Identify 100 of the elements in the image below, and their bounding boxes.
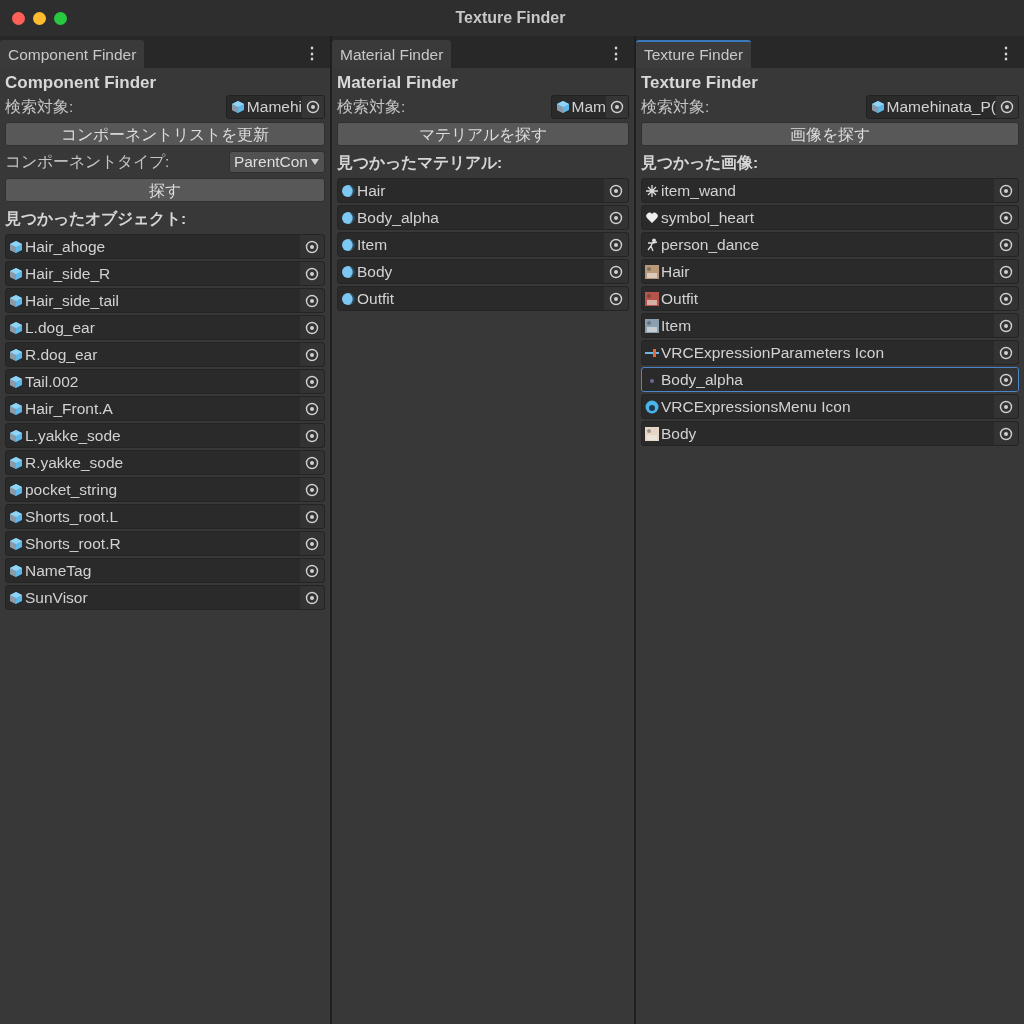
target-icon[interactable] [999, 291, 1013, 306]
target-icon[interactable] [999, 183, 1013, 198]
target-icon[interactable] [609, 291, 623, 306]
target-icon[interactable] [1000, 100, 1014, 114]
target-icon[interactable] [609, 210, 623, 225]
result-row[interactable]: Tail.002 [5, 369, 325, 394]
target-icon[interactable] [610, 100, 624, 114]
target-icon[interactable] [305, 455, 319, 470]
result-row[interactable]: Body [641, 421, 1019, 446]
more-menu-button[interactable]: ⋮ [294, 40, 330, 68]
result-label: L.yakke_sode [25, 425, 122, 446]
zoom-button[interactable] [54, 11, 67, 25]
result-row[interactable]: Outfit [337, 286, 629, 311]
target-icon[interactable] [305, 320, 319, 335]
result-row[interactable]: NameTag [5, 558, 325, 583]
target-icon[interactable] [305, 536, 319, 551]
sphere-icon [341, 237, 355, 252]
target-icon[interactable] [609, 183, 623, 198]
result-row[interactable]: Body_alpha [641, 367, 1019, 392]
target-icon[interactable] [609, 264, 623, 279]
result-row[interactable]: Hair_ahoge [5, 234, 325, 259]
target-icon[interactable] [999, 345, 1013, 360]
target-icon[interactable] [999, 237, 1013, 252]
panel-tab[interactable]: Component Finder [0, 40, 145, 68]
minimize-button[interactable] [33, 11, 46, 25]
target-icon[interactable] [305, 590, 319, 605]
target-icon[interactable] [306, 100, 320, 114]
result-row[interactable]: Hair_side_R [5, 261, 325, 286]
result-row[interactable]: item_wand [641, 178, 1019, 203]
panel-tab[interactable]: Material Finder [332, 40, 452, 68]
result-row[interactable]: R.yakke_sode [5, 450, 325, 475]
target-icon[interactable] [999, 210, 1013, 225]
object-field[interactable]: Mamehi [225, 95, 325, 119]
result-row[interactable]: L.yakke_sode [5, 423, 325, 448]
result-label: Body_alpha [661, 369, 744, 390]
result-row[interactable]: Item [337, 232, 629, 257]
result-row[interactable]: Body_alpha [337, 205, 629, 230]
field-label: 検索対象: [641, 97, 711, 118]
sparkle-icon [645, 183, 659, 198]
result-label: Hair_side_R [25, 263, 112, 284]
field-label: 検索対象: [337, 97, 407, 118]
target-icon[interactable] [999, 318, 1013, 333]
result-row[interactable]: symbol_heart [641, 205, 1019, 230]
more-menu-button[interactable]: ⋮ [988, 40, 1024, 68]
target-icon[interactable] [305, 293, 319, 308]
sphere-icon [341, 183, 355, 198]
more-menu-button[interactable]: ⋮ [598, 40, 634, 68]
result-row[interactable]: Shorts_root.R [5, 531, 325, 556]
result-row[interactable]: R.dog_ear [5, 342, 325, 367]
cube-icon [9, 455, 23, 470]
result-row[interactable]: VRCExpressionParameters Icon [641, 340, 1019, 365]
result-label: Hair_ahoge [25, 236, 107, 257]
action-button[interactable]: 画像を探す [641, 122, 1019, 146]
target-icon[interactable] [609, 237, 623, 252]
action-button[interactable]: マテリアルを探す [337, 122, 629, 146]
result-label: Hair_Front.A [25, 398, 114, 419]
result-row[interactable]: Outfit [641, 286, 1019, 311]
target-icon[interactable] [305, 482, 319, 497]
target-icon[interactable] [305, 509, 319, 524]
result-label: Outfit [661, 288, 700, 309]
result-row[interactable]: Hair [337, 178, 629, 203]
cube-icon [9, 374, 23, 389]
result-row[interactable]: Hair [641, 259, 1019, 284]
sphere-icon [341, 264, 355, 279]
sphere-icon [341, 291, 355, 306]
result-row[interactable]: Body [337, 259, 629, 284]
result-row[interactable]: pocket_string [5, 477, 325, 502]
result-row[interactable]: SunVisor [5, 585, 325, 610]
panel-heading: Component Finder [5, 72, 158, 94]
target-icon[interactable] [305, 374, 319, 389]
result-label: R.yakke_sode [25, 452, 125, 473]
target-icon[interactable] [999, 264, 1013, 279]
result-row[interactable]: VRCExpressionsMenu Icon [641, 394, 1019, 419]
target-icon[interactable] [305, 239, 319, 254]
target-icon[interactable] [305, 401, 319, 416]
target-icon[interactable] [305, 563, 319, 578]
result-row[interactable]: Item [641, 313, 1019, 338]
action-button[interactable]: コンポーネントリストを更新 [5, 122, 325, 146]
type-dropdown[interactable]: ParentCon [228, 151, 325, 173]
target-icon[interactable] [305, 428, 319, 443]
result-row[interactable]: L.dog_ear [5, 315, 325, 340]
result-row[interactable]: Hair_Front.A [5, 396, 325, 421]
target-icon[interactable] [999, 426, 1013, 441]
action-button[interactable]: 探す [5, 178, 325, 202]
target-icon[interactable] [999, 372, 1013, 387]
target-icon[interactable] [305, 266, 319, 281]
close-button[interactable] [12, 11, 25, 25]
target-icon[interactable] [305, 347, 319, 362]
heart-icon [645, 210, 659, 225]
section-label: 見つかった画像: [641, 153, 760, 174]
object-field[interactable]: Mamehinata_P( [865, 95, 1019, 119]
result-row[interactable]: Hair_side_tail [5, 288, 325, 313]
field-label: 検索対象: [5, 97, 75, 118]
target-icon[interactable] [999, 399, 1013, 414]
result-row[interactable]: person_dance [641, 232, 1019, 257]
window-title: Texture Finder [454, 8, 567, 28]
object-field[interactable]: Mam [550, 95, 629, 119]
panel-tab[interactable]: Texture Finder [636, 40, 752, 68]
panel-heading: Material Finder [337, 72, 459, 94]
result-row[interactable]: Shorts_root.L [5, 504, 325, 529]
